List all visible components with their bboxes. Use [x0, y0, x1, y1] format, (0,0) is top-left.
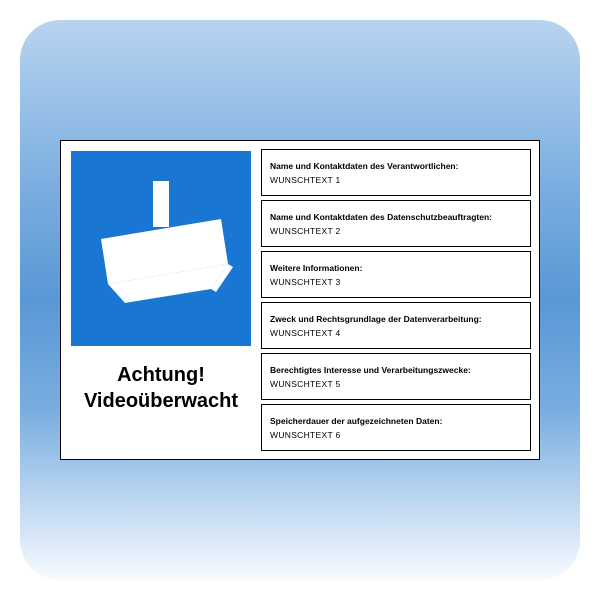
info-value: WUNSCHTEXT 1 — [270, 175, 522, 185]
info-value: WUNSCHTEXT 5 — [270, 379, 522, 389]
info-label: Weitere Informationen: — [270, 263, 522, 273]
info-value: WUNSCHTEXT 6 — [270, 430, 522, 440]
sign-left-panel: Achtung! Videoüberwacht — [61, 141, 261, 459]
product-tile: Achtung! Videoüberwacht Name und Kontakt… — [20, 20, 580, 580]
camera-icon-box — [71, 151, 251, 346]
info-label: Name und Kontaktdaten des Datenschutzbea… — [270, 212, 522, 222]
info-label: Speicherdauer der aufgezeichneten Daten: — [270, 416, 522, 426]
surveillance-sign: Achtung! Videoüberwacht Name und Kontakt… — [60, 140, 540, 460]
info-value: WUNSCHTEXT 3 — [270, 277, 522, 287]
info-box-more-info: Weitere Informationen: WUNSCHTEXT 3 — [261, 251, 531, 298]
info-box-interest: Berechtigtes Interesse und Verarbeitungs… — [261, 353, 531, 400]
info-box-responsible: Name und Kontaktdaten des Verantwortlich… — [261, 149, 531, 196]
info-label: Zweck und Rechtsgrundlage der Datenverar… — [270, 314, 522, 324]
sign-right-panel: Name und Kontaktdaten des Verantwortlich… — [261, 141, 539, 459]
warning-line-2: Videoüberwacht — [71, 388, 251, 414]
info-value: WUNSCHTEXT 2 — [270, 226, 522, 236]
info-value: WUNSCHTEXT 4 — [270, 328, 522, 338]
info-label: Name und Kontaktdaten des Verantwortlich… — [270, 161, 522, 171]
info-box-purpose: Zweck und Rechtsgrundlage der Datenverar… — [261, 302, 531, 349]
info-box-retention: Speicherdauer der aufgezeichneten Daten:… — [261, 404, 531, 451]
warning-line-1: Achtung! — [71, 362, 251, 388]
warning-text: Achtung! Videoüberwacht — [71, 362, 251, 414]
cctv-camera-icon — [81, 169, 241, 329]
info-label: Berechtigtes Interesse und Verarbeitungs… — [270, 365, 522, 375]
info-box-dpo: Name und Kontaktdaten des Datenschutzbea… — [261, 200, 531, 247]
